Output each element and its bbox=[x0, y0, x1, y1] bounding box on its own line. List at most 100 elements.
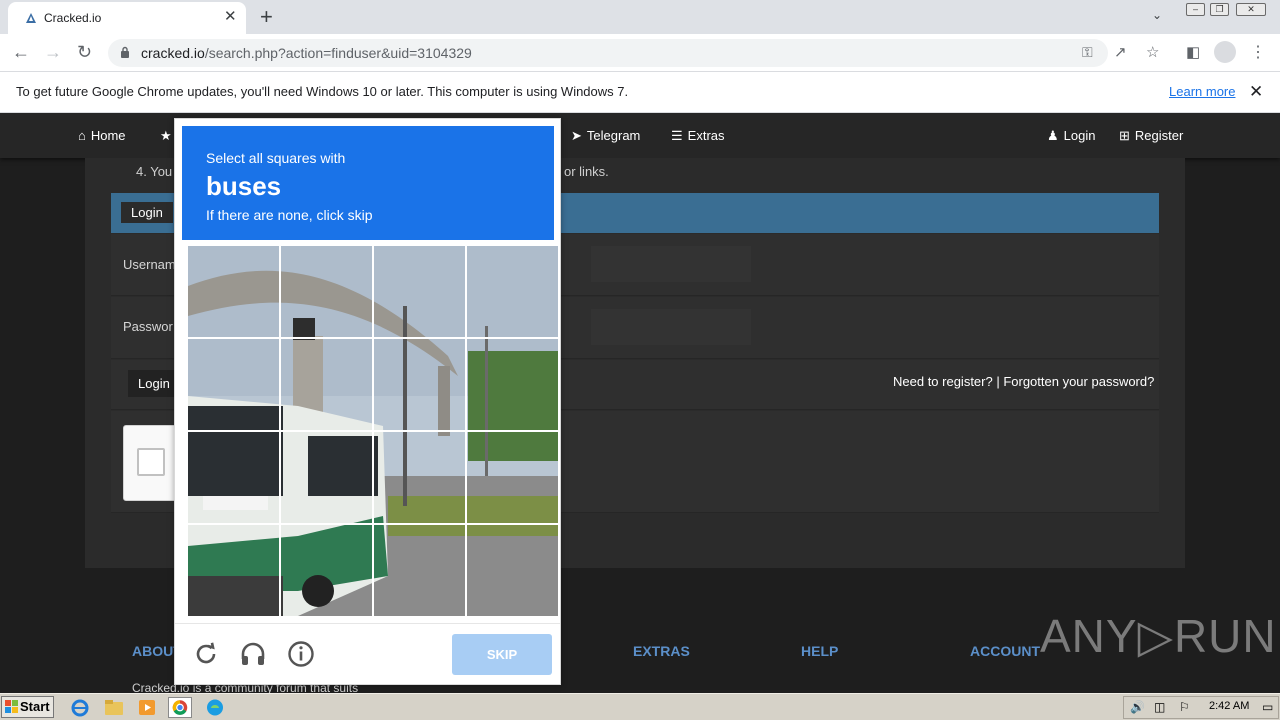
nav-star-icon[interactable]: ★ bbox=[160, 128, 172, 144]
captcha-tile-image bbox=[467, 525, 558, 616]
captcha-tile[interactable] bbox=[188, 246, 279, 337]
captcha-tile-image bbox=[467, 339, 558, 430]
captcha-tile[interactable] bbox=[188, 339, 279, 430]
image-grid bbox=[188, 246, 559, 617]
register-forgot-links[interactable]: Need to register? | Forgotten your passw… bbox=[893, 374, 1154, 389]
captcha-challenge: Select all squares with buses If there a… bbox=[174, 118, 561, 685]
captcha-tile[interactable] bbox=[374, 339, 465, 430]
rules-line: 4. You bbox=[136, 164, 173, 179]
captcha-tile-image bbox=[188, 246, 279, 337]
nav-register[interactable]: ⊞ Register bbox=[1119, 128, 1183, 144]
captcha-tile[interactable] bbox=[374, 246, 465, 337]
action-center-flag-icon[interactable]: ⚐ bbox=[1179, 700, 1190, 714]
anyrun-watermark: ANY▷RUN bbox=[1040, 610, 1277, 662]
footer-account: ACCOUNT bbox=[970, 643, 1040, 659]
login-button[interactable]: Login bbox=[128, 370, 180, 397]
captcha-tile-image bbox=[188, 339, 279, 430]
window-close-icon[interactable]: ✕ bbox=[1236, 3, 1266, 16]
system-tray: 🔊 ◫ ⚐ ▭ bbox=[1123, 696, 1279, 719]
new-tab-button[interactable]: + bbox=[260, 4, 273, 30]
tab-close-icon[interactable]: ✕ bbox=[224, 9, 237, 25]
captcha-tile[interactable] bbox=[281, 432, 372, 523]
address-bar[interactable]: cracked.io/search.php?action=finduser&ui… bbox=[108, 39, 1108, 67]
back-icon[interactable]: ← bbox=[12, 41, 30, 63]
skip-button[interactable]: SKIP bbox=[452, 634, 552, 675]
profile-avatar[interactable] bbox=[1214, 41, 1236, 63]
captcha-tile[interactable] bbox=[467, 432, 558, 523]
prompt-skip-hint: If there are none, click skip bbox=[206, 207, 373, 223]
captcha-tile[interactable] bbox=[281, 525, 372, 616]
reload-icon[interactable]: ↻ bbox=[77, 41, 92, 63]
chrome-taskbar-icon[interactable] bbox=[168, 697, 192, 718]
home-icon: ⌂ bbox=[78, 128, 86, 143]
key-icon[interactable]: ⚿ bbox=[1082, 44, 1093, 61]
password-input[interactable] bbox=[591, 309, 751, 345]
captcha-checkbox[interactable] bbox=[137, 448, 165, 476]
update-infobar: To get future Google Chrome updates, you… bbox=[0, 71, 1280, 113]
internet-explorer-icon[interactable] bbox=[68, 697, 92, 718]
chrome-menu-icon[interactable]: ⋮ bbox=[1250, 42, 1266, 62]
minimize-icon[interactable]: – bbox=[1186, 3, 1205, 16]
start-button[interactable]: Start bbox=[1, 696, 54, 718]
captcha-tile[interactable] bbox=[374, 432, 465, 523]
edge-icon[interactable] bbox=[203, 697, 227, 718]
bookmark-star-icon[interactable]: ☆ bbox=[1146, 43, 1159, 61]
lock-icon bbox=[121, 46, 129, 58]
captcha-tile[interactable] bbox=[281, 339, 372, 430]
network-icon[interactable]: ◫ bbox=[1154, 700, 1165, 714]
nav-telegram[interactable]: ➤ Telegram bbox=[571, 128, 640, 144]
captcha-tile-image bbox=[281, 339, 372, 430]
tab-title: Cracked.io bbox=[44, 11, 102, 25]
refresh-icon[interactable] bbox=[192, 640, 220, 668]
login-tab[interactable]: Login bbox=[121, 202, 173, 223]
captcha-tile[interactable] bbox=[374, 525, 465, 616]
captcha-tile-image bbox=[467, 246, 558, 337]
site-favicon-icon bbox=[26, 13, 36, 23]
captcha-tile-image bbox=[374, 432, 465, 523]
volume-icon[interactable]: 🔊 bbox=[1130, 700, 1145, 714]
captcha-tile-image bbox=[281, 246, 372, 337]
captcha-tile[interactable] bbox=[467, 525, 558, 616]
captcha-tile[interactable] bbox=[467, 246, 558, 337]
challenge-prompt: Select all squares with buses If there a… bbox=[182, 126, 554, 240]
taskbar: Start 🔊 ◫ ⚐ ▭ 2:42 AM bbox=[0, 693, 1280, 720]
media-player-icon[interactable] bbox=[135, 697, 159, 718]
infobar-message: To get future Google Chrome updates, you… bbox=[16, 84, 629, 99]
prompt-target-word: buses bbox=[206, 171, 282, 201]
forward-icon[interactable]: → bbox=[44, 41, 62, 63]
show-desktop-icon[interactable]: ▭ bbox=[1262, 700, 1273, 714]
nav-extras[interactable]: ☰ Extras bbox=[671, 128, 725, 144]
nav-login[interactable]: ♟ Login bbox=[1047, 128, 1095, 144]
nav-home[interactable]: ⌂ Home bbox=[78, 128, 126, 143]
captcha-tile-image bbox=[281, 432, 372, 523]
footer-help: HELP bbox=[801, 643, 839, 659]
tab-search-icon[interactable]: ⌄ bbox=[1152, 8, 1162, 22]
learn-more-link[interactable]: Learn more bbox=[1169, 84, 1235, 99]
windows-logo-icon bbox=[5, 700, 18, 713]
tab-strip: Cracked.io ✕ + ⌄ – ❐ ✕ bbox=[0, 0, 1280, 34]
username-label: Usernam bbox=[123, 257, 176, 272]
side-panel-icon[interactable]: ◧ bbox=[1186, 43, 1200, 61]
tab-cracked[interactable]: Cracked.io ✕ bbox=[8, 2, 246, 34]
captcha-tile-image bbox=[467, 432, 558, 523]
captcha-tile[interactable] bbox=[281, 246, 372, 337]
captcha-tile[interactable] bbox=[467, 339, 558, 430]
captcha-tile-image bbox=[374, 246, 465, 337]
captcha-tile-image bbox=[374, 339, 465, 430]
infobar-close-icon[interactable]: ✕ bbox=[1249, 82, 1263, 102]
menu-icon: ☰ bbox=[671, 128, 683, 143]
captcha-tile[interactable] bbox=[188, 432, 279, 523]
file-explorer-icon[interactable] bbox=[102, 697, 126, 718]
rules-tail: or links. bbox=[564, 164, 609, 179]
restore-icon[interactable]: ❐ bbox=[1210, 3, 1229, 16]
headphones-icon[interactable] bbox=[239, 640, 267, 668]
captcha-tile[interactable] bbox=[188, 525, 279, 616]
captcha-tile-image bbox=[281, 525, 372, 616]
url-text: cracked.io/search.php?action=finduser&ui… bbox=[141, 45, 472, 61]
telegram-icon: ➤ bbox=[571, 128, 582, 143]
footer-extras: EXTRAS bbox=[633, 643, 690, 659]
username-input[interactable] bbox=[591, 246, 751, 282]
share-icon[interactable]: ↗ bbox=[1114, 43, 1127, 61]
info-icon[interactable] bbox=[287, 640, 315, 668]
captcha-tile-image bbox=[374, 525, 465, 616]
